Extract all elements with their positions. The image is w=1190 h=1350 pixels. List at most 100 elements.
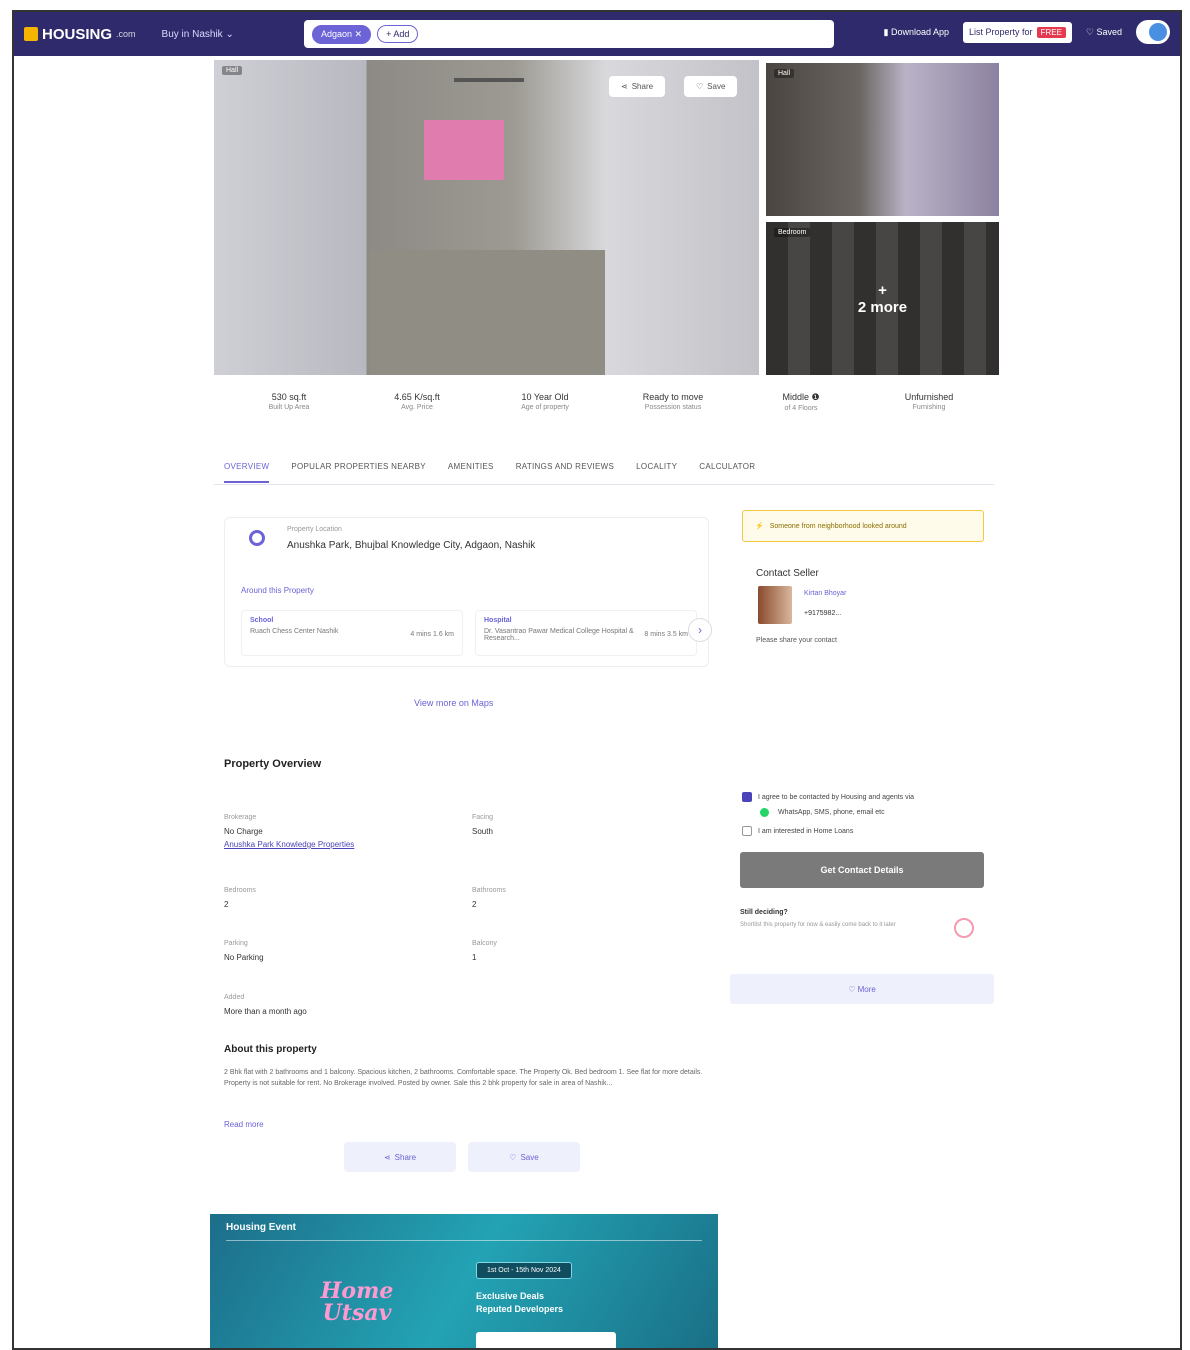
bolt-icon: ⚡ (755, 523, 764, 530)
overview-added: Added More than a month ago (224, 994, 454, 1016)
saved-link[interactable]: ♡ Saved (1086, 27, 1122, 38)
save-photo-button[interactable]: ♡ Save (684, 76, 738, 97)
tab-overview[interactable]: OVERVIEW (224, 462, 270, 483)
still-deciding-text: Shortlist this property for now & easily… (740, 922, 896, 928)
share-label: Share (631, 82, 654, 91)
tabs-divider (214, 484, 994, 485)
search-bar[interactable]: Adgaon ✕ + Add (304, 20, 834, 48)
stat-furnishing: Unfurnished Furnishing (869, 392, 989, 412)
location-label: Property Location (287, 526, 342, 533)
overview-value: South (472, 827, 493, 836)
overview-facing: Facing South (472, 814, 702, 836)
photo-tag: Hall (774, 69, 795, 78)
photo-gallery: Hall ⋖ Share ♡ Save Hall Bedroom + 2 more (214, 60, 999, 375)
search-chip-locality[interactable]: Adgaon ✕ (312, 24, 372, 44)
consent-channels: WhatsApp, SMS, phone, email etc (760, 808, 885, 817)
overview-value: 1 (472, 953, 477, 962)
plus-icon: + (878, 281, 887, 299)
post-property-label: List Property for (969, 27, 1033, 37)
header-actions: ▮ Download App List Property for FREE ♡ … (884, 20, 1170, 44)
alert-text: Someone from neighborhood looked around (769, 522, 907, 530)
tab-locality[interactable]: LOCALITY (636, 462, 677, 483)
share-icon: ⋖ (621, 82, 628, 91)
stat-built-up: 530 sq.ft Built Up Area (229, 392, 349, 412)
more-photos-label: 2 more (857, 298, 908, 316)
poi-type: School (250, 617, 274, 624)
consent-contact[interactable]: I agree to be contacted by Housing and a… (742, 792, 914, 802)
banner-cta-button[interactable] (476, 1332, 616, 1348)
neighborhood-alert: ⚡ Someone from neighborhood looked around (742, 510, 984, 542)
stat-label: Built Up Area (268, 404, 310, 411)
seller-avatar (758, 586, 792, 624)
promo-banner[interactable]: Housing Event Home Utsav 1st Oct - 15th … (210, 1214, 718, 1348)
housing-logo[interactable]: HOUSING .com (24, 26, 136, 43)
overview-title: Property Overview (224, 758, 322, 770)
profile-menu[interactable] (1136, 20, 1170, 44)
banner-copy-line1: Exclusive Deals (476, 1291, 545, 1301)
overview-label: Bathrooms (472, 887, 506, 894)
tab-ratings[interactable]: RATINGS AND REVIEWS (516, 462, 614, 483)
tab-popular-nearby[interactable]: POPULAR PROPERTIES NEARBY (291, 462, 426, 483)
photo-floor-shape (370, 250, 605, 375)
banner-logo-line2: Utsav (322, 1300, 392, 1326)
overview-label: Brokerage (224, 814, 257, 821)
home-loan-checkbox[interactable] (742, 826, 752, 836)
location-card: Property Location Anushka Park, Bhujbal … (224, 517, 712, 667)
read-more-link[interactable]: Read more (224, 1120, 264, 1129)
post-property-button[interactable]: List Property for FREE (963, 21, 1072, 43)
overview-value: No Parking (224, 953, 264, 962)
logo-suffix: .com (116, 29, 136, 39)
stat-label: Furnishing (912, 404, 946, 411)
share-photo-button[interactable]: ⋖ Share (609, 76, 666, 97)
logo-icon (24, 27, 38, 41)
home-loan-label: I am interested in Home Loans (758, 827, 854, 835)
free-badge: FREE (1036, 26, 1066, 38)
about-share-button[interactable]: ⋖ Share (344, 1142, 456, 1172)
developer-link[interactable]: Anushka Park Knowledge Properties (224, 840, 454, 849)
side-photo-2[interactable]: Bedroom + 2 more (766, 222, 999, 375)
stat-value: 4.65 K/sq.ft (394, 392, 440, 402)
tab-amenities[interactable]: AMENITIES (448, 462, 494, 483)
share-icon: ⋖ (383, 1152, 391, 1162)
stat-avg-price: 4.65 K/sq.ft Avg. Price (357, 392, 477, 412)
overview-value: No Charge (224, 827, 263, 836)
consent-channels-label: WhatsApp, SMS, phone, email etc (778, 809, 885, 816)
overview-label: Bedrooms (224, 887, 256, 894)
seller-name[interactable]: Kirtan Bhoyar (804, 590, 846, 597)
about-save-button[interactable]: ♡ Save (468, 1142, 580, 1172)
overview-label: Parking (224, 940, 248, 947)
more-photos-overlay[interactable]: + 2 more (766, 222, 999, 375)
overview-bathrooms: Bathrooms 2 (472, 887, 702, 909)
side-photo-1[interactable]: Hall (766, 63, 999, 216)
poi-name: Ruach Chess Center Nashik (250, 628, 339, 635)
browser-frame: HOUSING .com Buy in Nashik ⌄ Adgaon ✕ + … (12, 10, 1182, 1350)
view-on-map-link[interactable]: View more on Maps (414, 698, 493, 708)
chevron-right-icon[interactable]: › (688, 618, 712, 642)
tab-calculator[interactable]: CALCULATOR (699, 462, 755, 483)
get-contact-details-button[interactable]: Get Contact Details (740, 852, 984, 888)
about-title: About this property (224, 1044, 317, 1055)
stat-label: Possession status (644, 404, 702, 411)
shortlist-icon[interactable] (954, 918, 974, 938)
stat-value: 10 Year Old (521, 392, 569, 402)
avatar (1149, 23, 1167, 41)
download-app-link[interactable]: ▮ Download App (884, 27, 950, 38)
buy-city-dropdown[interactable]: Buy in Nashik ⌄ (162, 29, 234, 40)
main-photo[interactable]: Hall ⋖ Share ♡ Save (214, 60, 759, 375)
consent-label: I agree to be contacted by Housing and a… (758, 793, 915, 801)
share-contact-note: Please share your contact (756, 637, 837, 644)
search-chip-add[interactable]: + Add (377, 25, 419, 43)
stat-value: Unfurnished (904, 392, 954, 402)
poi-card-school[interactable]: School Ruach Chess Center Nashik 4 mins … (241, 610, 463, 656)
more-button[interactable]: ♡ More (730, 974, 994, 1004)
consent-checkbox[interactable] (742, 792, 752, 802)
section-tabs: OVERVIEW POPULAR PROPERTIES NEARBY AMENI… (224, 462, 755, 483)
about-save-label: Save (520, 1152, 539, 1162)
about-text: 2 Bhk flat with 2 bathrooms and 1 balcon… (224, 1069, 703, 1087)
consent-home-loan[interactable]: I am interested in Home Loans (742, 826, 853, 836)
poi-card-hospital[interactable]: Hospital Dr. Vasantrao Pawar Medical Col… (475, 610, 697, 656)
photo-curtain-shape (424, 120, 504, 180)
poi-name: Dr. Vasantrao Pawar Medical College Hosp… (484, 628, 634, 642)
overview-value: 2 (224, 900, 229, 909)
photo-fan-shape (454, 78, 524, 82)
